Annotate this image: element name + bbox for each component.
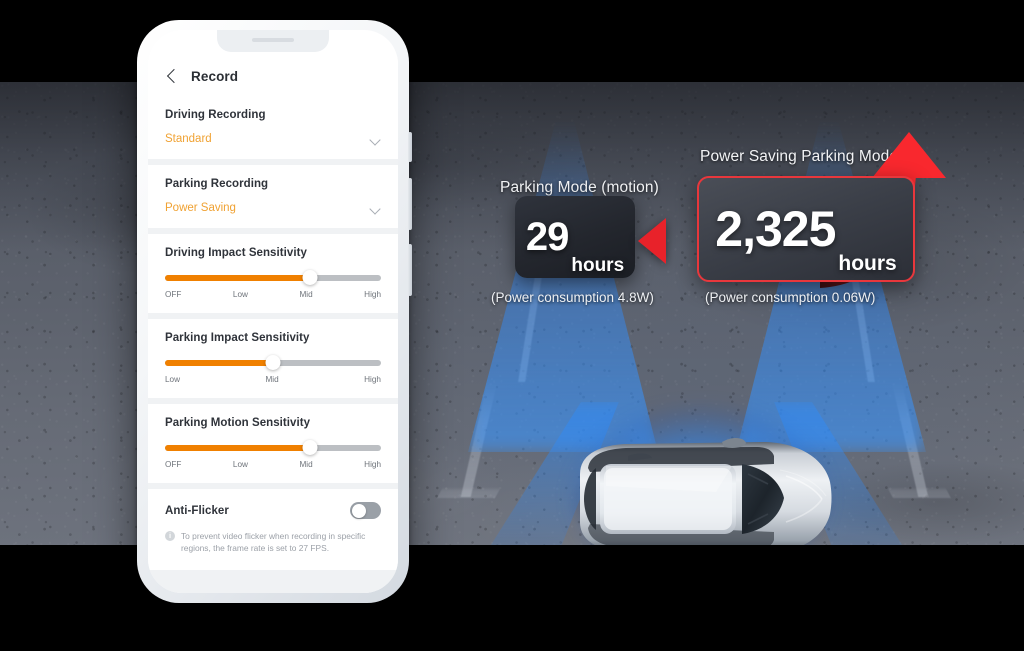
parking-impact-sensitivity-ticks: Low Mid High: [165, 375, 381, 384]
parking-impact-sensitivity-label: Parking Impact Sensitivity: [165, 332, 310, 344]
power-saving-mode-card: 2,325 hours: [697, 176, 915, 282]
settings-list[interactable]: Driving Recording Standard Parking Recor…: [148, 96, 398, 593]
slider-tick-label: OFF: [165, 290, 182, 299]
phone-volume-up-button[interactable]: [408, 178, 412, 230]
driving-impact-sensitivity-slider[interactable]: [165, 270, 381, 285]
recording-modes-section: Driving Recording Standard: [148, 96, 398, 159]
parking-recording-label: Parking Recording: [165, 178, 269, 190]
power-saving-hours-value: 2,325: [715, 201, 836, 257]
driving-impact-sensitivity-label: Driving Impact Sensitivity: [165, 247, 307, 259]
slider-tick-label: High: [364, 460, 381, 469]
phone-notch: [217, 30, 329, 52]
screenshot-root: Parking Mode (motion) 29 hours (Power co…: [0, 0, 1024, 651]
slider-tick-label: Mid: [299, 460, 313, 469]
chevron-left-icon[interactable]: [165, 69, 179, 83]
power-saving-hours-unit: hours: [838, 252, 897, 275]
parking-recording-value: Power Saving: [165, 202, 236, 214]
motion-mode-title: Parking Mode (motion): [500, 179, 659, 196]
phone-volume-down-button[interactable]: [408, 244, 412, 296]
parking-motion-sensitivity-label: Parking Motion Sensitivity: [165, 417, 311, 429]
car-top-view-icon: [566, 437, 838, 545]
parking-stall-line: [437, 487, 501, 498]
phone-mockup: Record Driving Recording Standard Parkin…: [137, 20, 412, 603]
slider-tick-label: Low: [165, 375, 181, 384]
anti-flicker-row: Anti-Flicker: [165, 502, 381, 519]
toggle-knob: [351, 503, 366, 518]
slider-tick-label: OFF: [165, 460, 182, 469]
slider-thumb[interactable]: [302, 440, 318, 455]
driving-impact-sensitivity-section: Driving Impact Sensitivity OFF Low Mid High: [148, 234, 398, 313]
driving-recording-label: Driving Recording: [165, 109, 266, 121]
slider-fill: [165, 445, 310, 451]
motion-mode-hours-value: 29: [525, 215, 569, 259]
slider-tick-label: High: [364, 290, 381, 299]
slider-tick-label: Mid: [299, 290, 313, 299]
parking-motion-sensitivity-section: Parking Motion Sensitivity OFF Low Mid High: [148, 404, 398, 483]
slider-tick-label: Low: [232, 290, 248, 299]
chevron-down-icon: [370, 134, 381, 145]
slider-tick-label: High: [364, 375, 381, 384]
anti-flicker-section: Anti-Flicker i To prevent video flicker …: [148, 489, 398, 571]
slider-thumb[interactable]: [302, 270, 318, 285]
parking-impact-sensitivity-slider[interactable]: [165, 355, 381, 370]
driving-impact-sensitivity-ticks: OFF Low Mid High: [165, 290, 381, 299]
parking-impact-sensitivity-section: Parking Impact Sensitivity Low Mid High: [148, 319, 398, 398]
info-icon: i: [165, 531, 175, 541]
parking-stall-line: [887, 487, 951, 498]
motion-mode-hours-unit: hours: [571, 255, 625, 276]
driving-recording-value: Standard: [165, 133, 212, 145]
slider-fill: [165, 360, 273, 366]
arrow-left-triangle-icon: [638, 218, 666, 264]
motion-mode-power-consumption: (Power consumption 4.8W): [491, 290, 654, 305]
slider-thumb[interactable]: [265, 355, 281, 370]
parking-motion-sensitivity-slider[interactable]: [165, 440, 381, 455]
earpiece-speaker: [252, 38, 294, 42]
app-bar: Record: [148, 56, 398, 96]
parking-motion-sensitivity-ticks: OFF Low Mid High: [165, 460, 381, 469]
page-title: Record: [191, 68, 239, 84]
parking-recording-select[interactable]: Power Saving: [165, 202, 381, 214]
anti-flicker-label: Anti-Flicker: [165, 504, 229, 517]
phone-mute-button[interactable]: [408, 132, 412, 162]
anti-flicker-note-text: To prevent video flicker when recording …: [181, 531, 366, 554]
anti-flicker-note: i To prevent video flicker when recordin…: [165, 530, 381, 554]
anti-flicker-toggle[interactable]: [350, 502, 381, 519]
slider-tick-label: Mid: [265, 375, 279, 384]
power-saving-power-consumption: (Power consumption 0.06W): [705, 290, 876, 305]
driving-recording-select[interactable]: Standard: [165, 133, 381, 145]
slider-fill: [165, 275, 310, 281]
slider-tick-label: Low: [232, 460, 248, 469]
motion-mode-card: 29 hours: [515, 196, 635, 278]
chevron-down-icon: [370, 203, 381, 214]
phone-screen: Record Driving Recording Standard Parkin…: [148, 30, 398, 593]
parking-recording-section: Parking Recording Power Saving: [148, 165, 398, 228]
